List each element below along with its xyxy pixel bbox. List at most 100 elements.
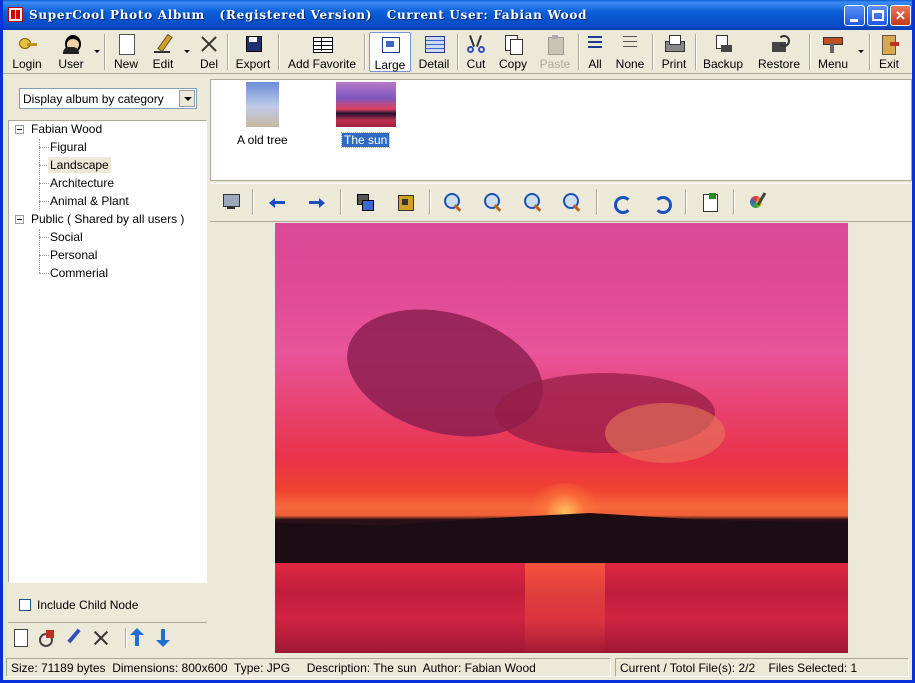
image-viewer[interactable] <box>210 221 912 653</box>
tree-node-public[interactable]: Public ( Shared by all users ) <box>29 211 186 227</box>
move-down-arrow-icon[interactable] <box>153 628 173 648</box>
backup-button[interactable]: Backup <box>700 32 746 72</box>
menu-dropdown-arrow-icon[interactable] <box>858 50 864 53</box>
tree-node-social[interactable]: Social <box>48 229 85 245</box>
tree-node-figural[interactable]: Figural <box>48 139 89 155</box>
zoom-fit-icon[interactable] <box>523 192 543 212</box>
toolbar-separator <box>733 189 735 215</box>
status-type: Type: JPG <box>234 661 291 675</box>
checkbox-box[interactable] <box>19 599 31 611</box>
main-toolbar: Login User New Edit Del Export Add Favor… <box>3 30 912 74</box>
delete-label: Del <box>199 57 218 71</box>
tree-connector <box>39 229 40 273</box>
sunset-photo <box>275 223 848 653</box>
zoom-actual-icon[interactable] <box>562 192 582 212</box>
chevron-down-icon[interactable] <box>179 90 195 107</box>
exit-door-icon <box>878 34 900 55</box>
select-all-button[interactable]: All <box>583 32 607 72</box>
exit-button[interactable]: Exit <box>874 32 904 72</box>
thumbnail-caption: The sun <box>340 132 391 148</box>
detail-label: Detail <box>418 57 450 71</box>
thumbnail-item-selected[interactable]: The sun <box>335 80 401 150</box>
new-category-icon[interactable] <box>11 628 31 648</box>
backup-icon <box>712 34 734 54</box>
tree-node-animal-plant[interactable]: Animal & Plant <box>48 193 131 209</box>
toolbar-separator <box>340 189 342 215</box>
user-dropdown-arrow-icon[interactable] <box>94 50 100 53</box>
delete-button[interactable]: Del <box>195 32 223 72</box>
maximize-icon <box>872 10 884 21</box>
thumbnail-item[interactable]: A old tree <box>231 80 297 150</box>
fit-window-icon[interactable] <box>355 192 375 212</box>
copy-button[interactable]: Copy <box>495 32 531 72</box>
properties-icon[interactable] <box>700 192 720 212</box>
next-arrow-icon[interactable] <box>307 192 327 212</box>
collapse-node-icon[interactable] <box>15 125 24 134</box>
maximize-button[interactable] <box>867 5 888 26</box>
title-bar[interactable]: SuperCool Photo Album (Registered Versio… <box>3 0 912 30</box>
include-child-node-checkbox[interactable]: Include Child Node <box>19 598 138 612</box>
rotate-right-icon[interactable] <box>651 192 672 214</box>
print-button[interactable]: Print <box>657 32 691 72</box>
toolbar-separator <box>695 34 697 70</box>
zoom-out-icon[interactable] <box>483 192 503 212</box>
new-label: New <box>113 57 138 71</box>
category-toolbar <box>8 622 207 652</box>
toolbar-separator <box>252 189 254 215</box>
slideshow-monitor-icon[interactable] <box>221 192 241 212</box>
window-title: SuperCool Photo Album (Registered Versio… <box>29 8 588 22</box>
actual-size-icon[interactable] <box>395 192 415 212</box>
restore-label: Restore <box>757 57 801 71</box>
thumbnail-image <box>336 82 396 127</box>
collapse-node-icon[interactable] <box>15 215 24 224</box>
thumbnail-list[interactable]: A old tree The sun <box>210 79 912 181</box>
file-count-panel: Current / Totol File(s): 2/2 Files Selec… <box>615 658 909 677</box>
new-button[interactable]: New <box>110 32 142 72</box>
category-pane: Display album by category Fabian Wood Fi… <box>8 79 207 653</box>
viewer-toolbar <box>210 183 912 220</box>
toolbar-separator <box>596 189 598 215</box>
previous-arrow-icon[interactable] <box>267 192 287 212</box>
select-none-button[interactable]: None <box>612 32 648 72</box>
print-label: Print <box>661 57 687 71</box>
user-button[interactable]: User <box>53 32 89 72</box>
tree-node-architecture[interactable]: Architecture <box>48 175 116 191</box>
tree-node-personal[interactable]: Personal <box>48 247 99 263</box>
key-icon <box>16 34 38 54</box>
cut-button[interactable]: Cut <box>462 32 490 72</box>
edit-image-paint-icon[interactable] <box>748 192 768 212</box>
pencil-icon <box>152 34 174 54</box>
minimize-button[interactable] <box>844 5 865 26</box>
rename-category-icon[interactable] <box>63 628 83 648</box>
tree-node-fabian-wood[interactable]: Fabian Wood <box>29 121 104 137</box>
none-label: None <box>615 57 645 71</box>
menu-label: Menu <box>817 57 849 71</box>
large-view-button[interactable]: Large <box>369 32 411 72</box>
rotate-left-icon[interactable] <box>611 192 632 214</box>
menu-button[interactable]: Menu <box>814 32 852 72</box>
tree-node-landscape[interactable]: Landscape <box>48 157 111 173</box>
detail-view-button[interactable]: Detail <box>414 32 454 72</box>
zoom-in-icon[interactable] <box>443 192 463 212</box>
move-up-arrow-icon[interactable] <box>127 628 147 648</box>
toolbar-separator <box>578 34 580 70</box>
status-files-selected: Files Selected: 1 <box>768 661 858 675</box>
delete-category-icon[interactable] <box>91 628 111 648</box>
display-mode-select[interactable]: Display album by category <box>19 88 197 109</box>
tree-node-commerial[interactable]: Commerial <box>48 265 110 281</box>
edit-dropdown-arrow-icon[interactable] <box>184 50 190 53</box>
user-icon <box>60 34 82 54</box>
toolbar-separator <box>278 34 280 70</box>
clipboard-icon <box>544 34 566 55</box>
app-icon[interactable] <box>8 7 23 22</box>
login-button[interactable]: Login <box>8 32 46 72</box>
restore-button[interactable]: Restore <box>753 32 805 72</box>
edit-button[interactable]: Edit <box>147 32 179 72</box>
close-button[interactable]: ✕ <box>890 5 911 26</box>
modify-category-icon[interactable] <box>37 628 57 648</box>
add-favorite-button[interactable]: Add Favorite <box>284 32 360 72</box>
category-tree[interactable]: Fabian Wood Figural Landscape Architectu… <box>8 120 207 583</box>
export-button[interactable]: Export <box>233 32 273 72</box>
printer-icon <box>663 34 685 54</box>
paste-button[interactable]: Paste <box>536 32 574 72</box>
